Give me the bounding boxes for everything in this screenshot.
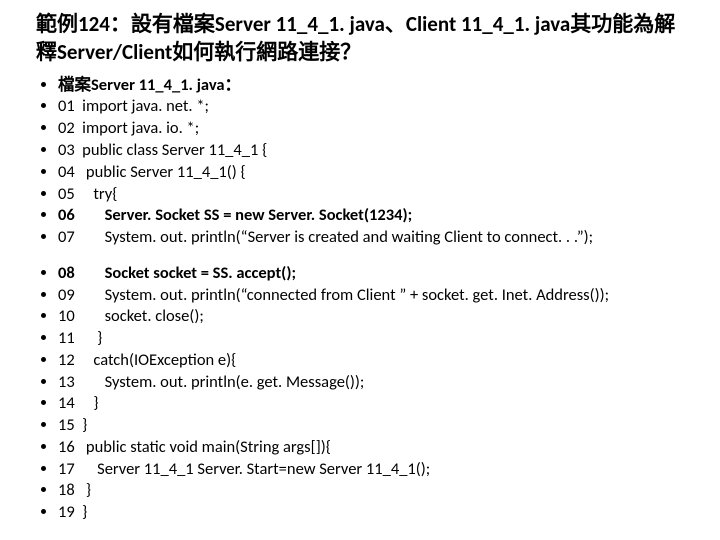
code-line: 17 Server 11_4_1 Server. Start=new Serve…	[58, 459, 684, 481]
code-line: 15 }	[58, 415, 684, 437]
code-line: 18 }	[58, 480, 684, 502]
code-line: 12 catch(IOException e){	[58, 350, 684, 372]
code-line: 11 }	[58, 328, 684, 350]
code-line: 10 socket. close();	[58, 306, 684, 328]
code-line: 06 Server. Socket SS = new Server. Socke…	[58, 205, 684, 227]
code-line: 檔案Server 11_4_1. java：	[58, 75, 684, 97]
code-line: 08 Socket socket = SS. accept();	[58, 263, 684, 285]
code-block-2: 08 Socket socket = SS. accept();09 Syste…	[36, 263, 684, 524]
code-line: 07 System. out. println(“Server is creat…	[58, 227, 684, 249]
code-line: 03 public class Server 11_4_1 {	[58, 140, 684, 162]
code-line: 02 import java. io. *;	[58, 118, 684, 140]
code-line: 01 import java. net. *;	[58, 96, 684, 118]
code-line: 14 }	[58, 393, 684, 415]
code-line: 09 System. out. println(“connected from …	[58, 285, 684, 307]
slide-title: 範例124：設有檔案Server 11_4_1. java、Client 11_…	[36, 10, 684, 67]
code-line: 19 }	[58, 502, 684, 524]
code-block-1: 檔案Server 11_4_1. java：01 import java. ne…	[36, 75, 684, 249]
code-line: 04 public Server 11_4_1() {	[58, 162, 684, 184]
code-line: 16 public static void main(String args[]…	[58, 437, 684, 459]
code-line: 13 System. out. println(e. get. Message(…	[58, 372, 684, 394]
code-line: 05 try{	[58, 184, 684, 206]
